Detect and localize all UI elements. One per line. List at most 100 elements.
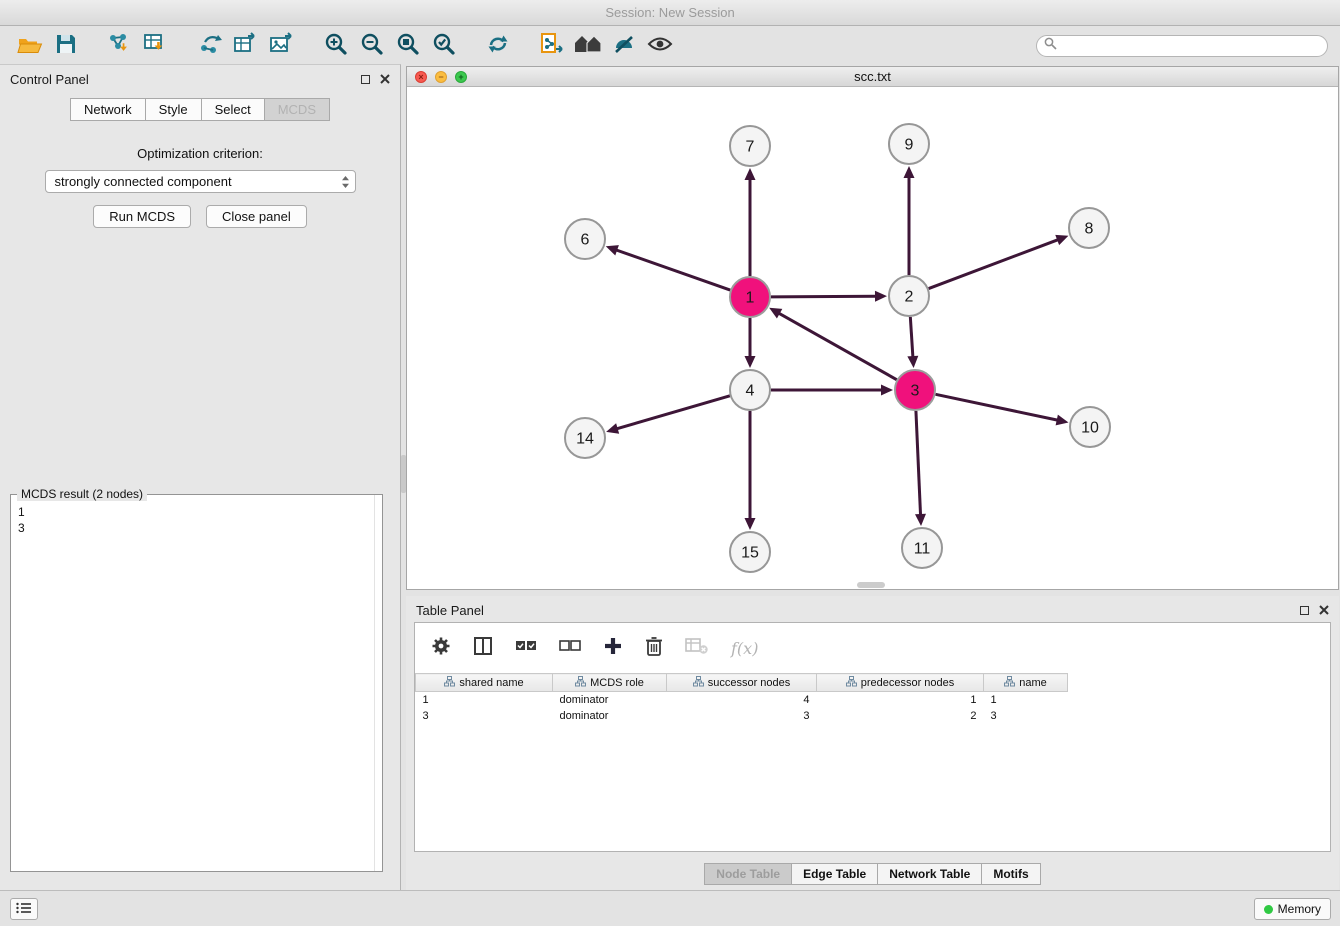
tab-motifs[interactable]: Motifs xyxy=(982,863,1040,885)
close-table-panel-icon[interactable] xyxy=(1319,603,1329,618)
zoom-out-button[interactable] xyxy=(354,30,390,62)
import-table-icon xyxy=(143,32,169,59)
tab-style[interactable]: Style xyxy=(146,98,202,121)
graph-node-2[interactable]: 2 xyxy=(889,276,929,316)
style-brush-button[interactable] xyxy=(606,30,642,62)
zoom-selected-button[interactable] xyxy=(426,30,462,62)
save-icon xyxy=(55,33,77,58)
search-input[interactable] xyxy=(1062,38,1320,54)
control-panel-tabs: NetworkStyleSelectMCDS xyxy=(0,98,400,121)
column-header-shared-name[interactable]: shared name xyxy=(416,674,553,692)
memory-button[interactable]: Memory xyxy=(1254,898,1331,920)
svg-text:7: 7 xyxy=(746,139,755,156)
result-line: 3 xyxy=(18,520,375,536)
table-cell[interactable]: 3 xyxy=(416,708,553,724)
svg-text:1: 1 xyxy=(746,290,755,307)
table-row[interactable]: 3dominator323 xyxy=(416,708,1068,724)
unselect-all-columns-icon[interactable] xyxy=(559,639,581,658)
graph-edge-arrowhead xyxy=(1056,415,1069,426)
maximize-window-icon[interactable]: + xyxy=(455,71,467,83)
table-cell[interactable]: 2 xyxy=(817,708,984,724)
svg-text:15: 15 xyxy=(741,545,759,562)
export-image-button[interactable] xyxy=(264,30,300,62)
close-window-icon[interactable]: × xyxy=(415,71,427,83)
graph-node-3[interactable]: 3 xyxy=(895,370,935,410)
add-column-icon[interactable] xyxy=(603,636,623,661)
graph-node-10[interactable]: 10 xyxy=(1070,407,1110,447)
table-cell[interactable]: dominator xyxy=(553,692,667,709)
graph-edge-1-2[interactable] xyxy=(771,296,877,297)
graph-node-6[interactable]: 6 xyxy=(565,219,605,259)
tab-network[interactable]: Network xyxy=(70,98,146,121)
export-table-button[interactable] xyxy=(228,30,264,62)
graph-node-11[interactable]: 11 xyxy=(902,528,942,568)
table-cell[interactable]: 3 xyxy=(667,708,817,724)
table-cell[interactable]: 1 xyxy=(817,692,984,709)
table-cell[interactable]: 3 xyxy=(984,708,1068,724)
svg-text:10: 10 xyxy=(1081,420,1099,437)
criterion-dropdown[interactable]: strongly connected component xyxy=(45,170,356,193)
zoom-in-button[interactable] xyxy=(318,30,354,62)
search-box[interactable] xyxy=(1036,35,1328,57)
graph-node-9[interactable]: 9 xyxy=(889,124,929,164)
graph-node-7[interactable]: 7 xyxy=(730,126,770,166)
tab-edge-table[interactable]: Edge Table xyxy=(792,863,878,885)
graph-node-1[interactable]: 1 xyxy=(730,277,770,317)
graph-node-14[interactable]: 14 xyxy=(565,418,605,458)
run-mcds-button[interactable]: Run MCDS xyxy=(93,205,191,228)
table-panel-tabs: Node TableEdge TableNetwork TableMotifs xyxy=(406,863,1339,885)
tab-node-table[interactable]: Node Table xyxy=(704,863,792,885)
column-header-mcds-role[interactable]: MCDS role xyxy=(553,674,667,692)
task-list-button[interactable] xyxy=(10,898,38,920)
graph-edge-4-14[interactable] xyxy=(616,396,730,429)
table-row[interactable]: 1dominator411 xyxy=(416,692,1068,709)
refresh-button[interactable] xyxy=(480,30,516,62)
table-panel-content: f(x) shared nameMCDS rolesuccessor nodes… xyxy=(414,622,1331,852)
graph-edge-3-1[interactable] xyxy=(778,313,897,380)
table-settings-gear-icon[interactable] xyxy=(431,636,451,661)
table-cell[interactable]: 4 xyxy=(667,692,817,709)
horizontal-scrollbar[interactable] xyxy=(857,582,885,588)
graph-edge-1-6[interactable] xyxy=(615,250,730,290)
float-panel-icon[interactable] xyxy=(361,75,370,84)
column-header-predecessor-nodes[interactable]: predecessor nodes xyxy=(817,674,984,692)
graph-node-4[interactable]: 4 xyxy=(730,370,770,410)
float-table-panel-icon[interactable] xyxy=(1300,606,1309,615)
show-columns-icon[interactable] xyxy=(473,636,493,661)
export-network-button[interactable] xyxy=(192,30,228,62)
delete-column-trash-icon[interactable] xyxy=(645,636,663,661)
minimize-window-icon[interactable]: − xyxy=(435,71,447,83)
graph-edge-2-3[interactable] xyxy=(910,317,913,358)
select-all-columns-icon[interactable] xyxy=(515,639,537,658)
graph-edge-2-8[interactable] xyxy=(929,239,1059,288)
close-panel-icon[interactable] xyxy=(380,72,390,87)
svg-text:2: 2 xyxy=(905,289,914,306)
import-network-button[interactable] xyxy=(102,30,138,62)
graph-edge-3-10[interactable] xyxy=(936,394,1059,420)
table-cell[interactable]: 1 xyxy=(416,692,553,709)
tab-mcds[interactable]: MCDS xyxy=(265,98,330,121)
criterion-dropdown-value: strongly connected component xyxy=(55,174,232,189)
column-header-successor-nodes[interactable]: successor nodes xyxy=(667,674,817,692)
home-button[interactable] xyxy=(570,30,606,62)
import-table-button[interactable] xyxy=(138,30,174,62)
save-session-button[interactable] xyxy=(48,30,84,62)
column-header-name[interactable]: name xyxy=(984,674,1068,692)
network-document-button[interactable] xyxy=(534,30,570,62)
eye-icon xyxy=(647,35,673,56)
close-panel-button[interactable]: Close panel xyxy=(206,205,307,228)
network-canvas[interactable]: 7 9 6 8 1 2 4 3 14 10 15 11 xyxy=(407,87,1338,589)
network-window-titlebar: × − + scc.txt xyxy=(407,67,1338,87)
eye-button[interactable] xyxy=(642,30,678,62)
tab-select[interactable]: Select xyxy=(202,98,265,121)
open-folder-icon xyxy=(17,34,43,57)
table-cell[interactable]: 1 xyxy=(984,692,1068,709)
function-builder-icon: f(x) xyxy=(731,639,758,658)
tab-network-table[interactable]: Network Table xyxy=(878,863,982,885)
open-folder-button[interactable] xyxy=(12,30,48,62)
graph-node-15[interactable]: 15 xyxy=(730,532,770,572)
table-cell[interactable]: dominator xyxy=(553,708,667,724)
graph-edge-3-11[interactable] xyxy=(916,411,921,516)
graph-node-8[interactable]: 8 xyxy=(1069,208,1109,248)
zoom-fit-button[interactable] xyxy=(390,30,426,62)
